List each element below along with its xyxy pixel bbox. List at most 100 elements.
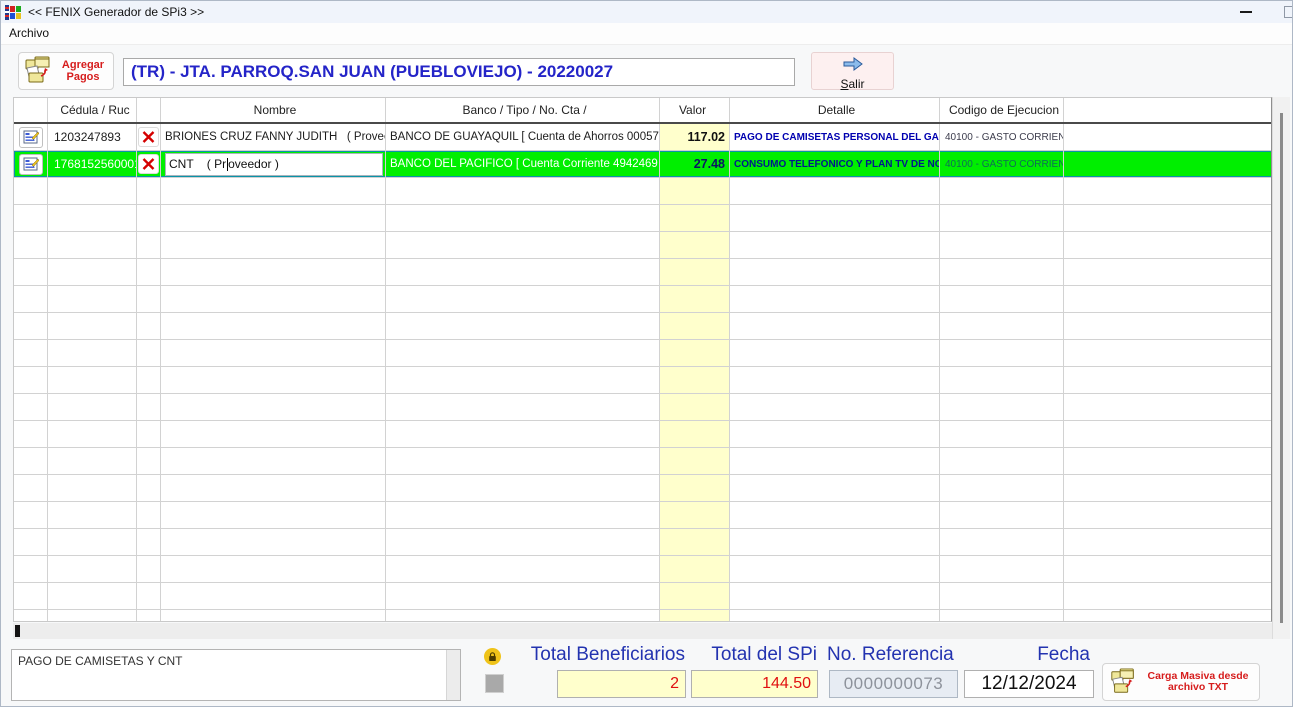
horizontal-scrollbar[interactable] <box>13 623 1272 639</box>
empty-cell <box>14 286 48 312</box>
row-properties-button[interactable] <box>19 154 43 175</box>
cell-delete <box>137 151 161 177</box>
empty-cell <box>730 529 940 555</box>
column-header-banco[interactable]: Banco / Tipo / No. Cta / <box>386 98 660 122</box>
empty-table-row[interactable] <box>14 313 1272 340</box>
empty-cell <box>940 340 1064 366</box>
column-header-codigo[interactable]: Codigo de Ejecucion <box>940 98 1064 122</box>
empty-cell <box>730 313 940 339</box>
delete-row-button[interactable] <box>138 127 159 147</box>
add-payments-folder-icon <box>23 56 53 86</box>
cell-delete <box>137 124 161 150</box>
empty-cell <box>940 475 1064 501</box>
status-square[interactable] <box>485 674 504 693</box>
empty-cell <box>660 421 730 447</box>
empty-cell <box>386 583 660 609</box>
empty-cell <box>1064 259 1272 285</box>
maximize-button[interactable] <box>1284 6 1293 18</box>
agregar-pagos-button[interactable]: Agregar Pagos <box>18 52 114 90</box>
column-header-delete[interactable] <box>137 98 161 122</box>
cell-cedula: 1768152560001 <box>48 151 137 177</box>
empty-cell <box>137 610 161 622</box>
column-header-extra[interactable] <box>1064 98 1272 122</box>
column-header-detalle[interactable]: Detalle <box>730 98 940 122</box>
empty-cell <box>161 475 386 501</box>
empty-cell <box>14 529 48 555</box>
empty-cell <box>137 448 161 474</box>
empty-cell <box>1064 448 1272 474</box>
column-header-valor[interactable]: Valor <box>660 98 730 122</box>
empty-cell <box>386 286 660 312</box>
empty-table-row[interactable] <box>14 286 1272 313</box>
empty-cell <box>14 259 48 285</box>
total-spi-label: Total del SPi <box>691 644 817 666</box>
row-properties-button[interactable] <box>19 127 43 148</box>
empty-table-row[interactable] <box>14 340 1272 367</box>
cell-row-selector <box>14 151 48 177</box>
empty-cell <box>161 448 386 474</box>
cell-detalle: PAGO DE CAMISETAS PERSONAL DEL GAD <box>730 124 940 150</box>
empty-table-row[interactable] <box>14 178 1272 205</box>
empty-cell <box>1064 394 1272 420</box>
table-row[interactable]: 1203247893BRIONES CRUZ FANNY JUDITH ( Pr… <box>14 124 1272 151</box>
menu-archivo[interactable]: Archivo <box>1 23 57 43</box>
empty-cell <box>730 610 940 622</box>
empty-cell <box>14 232 48 258</box>
empty-cell <box>161 394 386 420</box>
empty-table-row[interactable] <box>14 529 1272 556</box>
empty-table-row[interactable] <box>14 232 1272 259</box>
empty-cell <box>660 286 730 312</box>
empty-cell <box>660 529 730 555</box>
cell-nombre: CNT ( Proveedor ) <box>161 151 386 177</box>
empty-cell <box>940 421 1064 447</box>
column-header-cedula[interactable]: Cédula / Ruc <box>48 98 137 122</box>
descripcion-text: PAGO DE CAMISETAS Y CNT <box>18 654 182 668</box>
salir-button[interactable]: Salir <box>811 52 894 90</box>
empty-cell <box>386 367 660 393</box>
empty-table-row[interactable] <box>14 583 1272 610</box>
empty-table-row[interactable] <box>14 394 1272 421</box>
empty-cell <box>660 502 730 528</box>
empty-table-row[interactable] <box>14 448 1272 475</box>
empty-cell <box>48 583 137 609</box>
document-title-field[interactable]: (TR) - JTA. PARROQ.SAN JUAN (PUEBLOVIEJO… <box>123 58 795 86</box>
empty-table-row[interactable] <box>14 259 1272 286</box>
vertical-scrollbar-thumb[interactable] <box>1280 113 1283 623</box>
empty-cell <box>161 205 386 231</box>
empty-cell <box>660 313 730 339</box>
empty-table-row[interactable] <box>14 475 1272 502</box>
horizontal-scrollbar-thumb[interactable] <box>15 625 20 637</box>
empty-cell <box>940 448 1064 474</box>
empty-table-row[interactable] <box>14 367 1272 394</box>
empty-cell <box>730 205 940 231</box>
empty-cell <box>386 556 660 582</box>
empty-table-row[interactable] <box>14 502 1272 529</box>
empty-table-row[interactable] <box>14 421 1272 448</box>
descripcion-scrollbar[interactable] <box>446 650 460 700</box>
empty-table-row[interactable] <box>14 610 1272 622</box>
empty-cell <box>730 556 940 582</box>
empty-table-row[interactable] <box>14 205 1272 232</box>
empty-cell <box>386 421 660 447</box>
descripcion-textarea[interactable]: PAGO DE CAMISETAS Y CNT <box>11 649 461 701</box>
agregar-pagos-label: Agregar Pagos <box>53 59 113 83</box>
vertical-scrollbar[interactable] <box>1272 97 1290 639</box>
table-row[interactable]: 1768152560001CNT ( Proveedor )BANCO DEL … <box>14 151 1272 178</box>
empty-cell <box>48 313 137 339</box>
empty-cell <box>386 340 660 366</box>
empty-cell <box>161 556 386 582</box>
minimize-button[interactable] <box>1233 1 1259 23</box>
empty-cell <box>161 286 386 312</box>
empty-cell <box>386 475 660 501</box>
empty-cell <box>14 178 48 204</box>
fecha-field[interactable]: 12/12/2024 <box>964 670 1094 698</box>
column-header-edit[interactable] <box>14 98 48 122</box>
empty-cell <box>660 394 730 420</box>
nombre-edit-input[interactable]: CNT ( Proveedor ) <box>165 153 383 176</box>
carga-masiva-button[interactable]: Carga Masiva desde archivo TXT <box>1102 663 1260 701</box>
empty-cell <box>660 178 730 204</box>
delete-row-button[interactable] <box>138 154 159 174</box>
empty-table-row[interactable] <box>14 556 1272 583</box>
empty-cell <box>940 583 1064 609</box>
column-header-nombre[interactable]: Nombre <box>161 98 386 122</box>
